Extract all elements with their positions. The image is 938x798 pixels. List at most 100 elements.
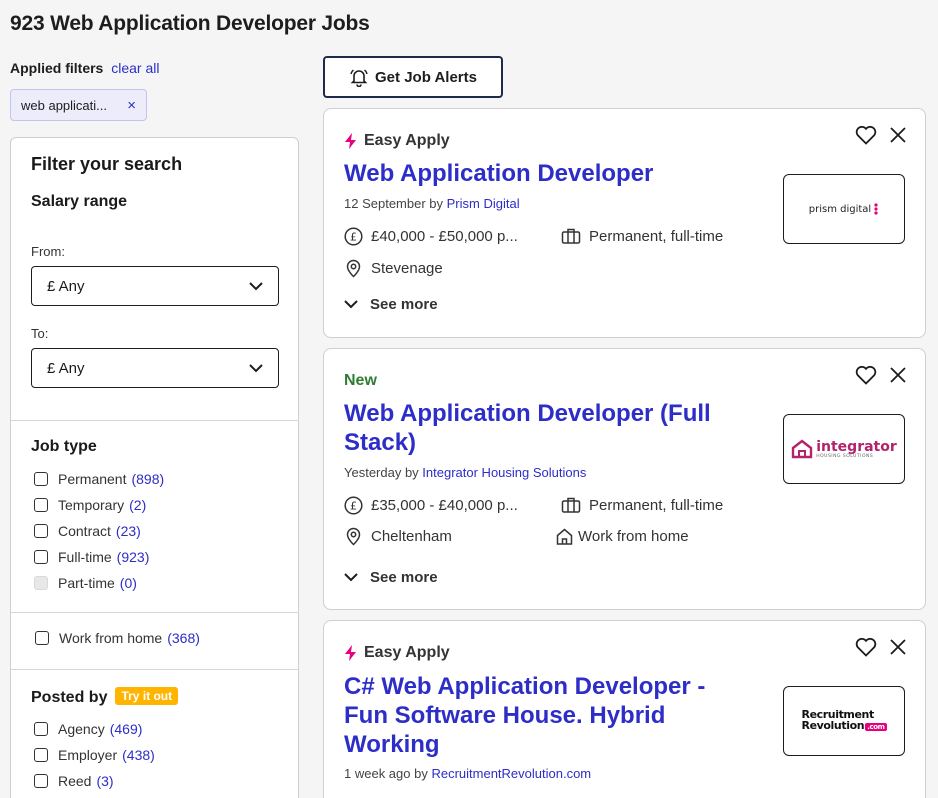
option-label: Work from home (59, 630, 163, 646)
clear-all-link[interactable]: clear all (111, 60, 159, 76)
posted-info: 12 September by Prism Digital (344, 196, 520, 211)
company-logo[interactable]: Recruitment Revolution .com (783, 686, 905, 756)
heart-icon[interactable] (855, 365, 877, 385)
briefcase-icon (561, 228, 581, 244)
company-logo[interactable]: integrator HOUSING SOLUTIONS (783, 414, 905, 484)
option-label: Part-time (58, 575, 115, 591)
posted-date: Yesterday by (344, 465, 423, 480)
location: Stevenage (344, 259, 443, 278)
option-count: (3) (96, 773, 114, 789)
option-count: (2) (129, 497, 147, 513)
company-logo[interactable]: prism digital (783, 174, 905, 244)
job-type-option[interactable]: Contract (23) (34, 523, 141, 539)
company-link[interactable]: RecruitmentRevolution.com (431, 766, 591, 781)
option-label: Full-time (58, 549, 112, 565)
posted-by-option[interactable]: Reed (3) (34, 773, 114, 789)
checkbox[interactable] (34, 472, 48, 486)
close-icon[interactable] (889, 638, 907, 656)
see-more-button[interactable]: See more (344, 296, 438, 313)
remote-option: Work from home (555, 527, 689, 546)
heart-icon[interactable] (855, 637, 877, 657)
option-label: Reed (58, 773, 92, 789)
get-job-alerts-button[interactable]: Get Job Alerts (323, 56, 503, 98)
badge-label: Easy Apply (364, 132, 450, 149)
briefcase-icon (561, 497, 581, 513)
salary-from-value: £ Any (47, 277, 85, 295)
salary-range-heading: Salary range (31, 193, 128, 210)
option-label: Agency (58, 721, 105, 737)
job-title-link[interactable]: Web Application Developer (Full Stack) (344, 399, 754, 457)
easy-apply-badge: Easy Apply (344, 132, 450, 150)
salary: £ £35,000 - £40,000 p... (344, 496, 518, 515)
job-type-option[interactable]: Full-time (923) (34, 549, 149, 565)
pound-coin-icon: £ (344, 496, 363, 515)
salary-from-select[interactable]: £ Any (31, 266, 279, 306)
new-badge: New (344, 372, 377, 390)
job-type: Permanent, full-time (561, 227, 723, 245)
pound-coin-icon: £ (344, 227, 363, 246)
job-card[interactable]: New Web Application Developer (Full Stac… (323, 348, 926, 610)
location-pin-icon (346, 259, 361, 278)
job-title-link[interactable]: C# Web Application Developer - Fun Softw… (344, 672, 754, 759)
chevron-down-icon (249, 281, 263, 290)
see-more-button[interactable]: See more (344, 569, 438, 586)
job-card[interactable]: Easy Apply C# Web Application Developer … (323, 620, 926, 798)
heart-icon[interactable] (855, 125, 877, 145)
posted-info: Yesterday by Integrator Housing Solution… (344, 465, 586, 480)
bell-icon (350, 69, 368, 87)
divider (11, 612, 298, 613)
svg-text:£: £ (350, 500, 357, 513)
page-title: 923 Web Application Developer Jobs (10, 12, 370, 35)
location-text: Cheltenham (371, 528, 452, 545)
checkbox[interactable] (34, 498, 48, 512)
job-type-option[interactable]: Permanent (898) (34, 471, 164, 487)
chevron-down-icon (249, 363, 263, 372)
job-type-option: Part-time (0) (34, 575, 137, 591)
applied-filter-chip[interactable]: web applicati... × (10, 89, 147, 121)
job-card[interactable]: Easy Apply Web Application Developer 12 … (323, 108, 926, 338)
checkbox[interactable] (34, 774, 48, 788)
option-count: (23) (115, 523, 141, 539)
location: Cheltenham (344, 527, 452, 546)
job-type-heading: Job type (31, 438, 97, 455)
location-pin-icon (346, 527, 361, 546)
badge-label: Easy Apply (364, 644, 450, 661)
checkbox[interactable] (34, 550, 48, 564)
close-icon[interactable] (889, 126, 907, 144)
close-icon[interactable] (889, 366, 907, 384)
logo-line-2: Revolution .com (802, 720, 887, 733)
checkbox[interactable] (35, 631, 49, 645)
salary-text: £40,000 - £50,000 p... (371, 228, 518, 245)
salary-to-value: £ Any (47, 359, 85, 377)
close-icon[interactable]: × (127, 97, 136, 114)
job-type-option[interactable]: Temporary (2) (34, 497, 146, 513)
see-more-label: See more (370, 569, 438, 586)
posted-by-option[interactable]: Agency (469) (34, 721, 142, 737)
get-job-alerts-label: Get Job Alerts (375, 68, 477, 86)
company-link[interactable]: Prism Digital (447, 196, 520, 211)
option-count: (898) (131, 471, 165, 487)
job-title-link[interactable]: Web Application Developer (344, 159, 754, 188)
divider (11, 669, 298, 670)
prism-digital-logo: prism digital (808, 203, 872, 215)
salary-to-select[interactable]: £ Any (31, 348, 279, 388)
checkbox[interactable] (34, 748, 48, 762)
remote-text: Work from home (578, 528, 689, 545)
job-type-text: Permanent, full-time (589, 227, 724, 245)
checkbox[interactable] (34, 524, 48, 538)
posted-by-option[interactable]: Employer (438) (34, 747, 155, 763)
checkbox[interactable] (34, 722, 48, 736)
logo-dots (874, 203, 878, 215)
work-from-home-option[interactable]: Work from home (368) (35, 630, 200, 646)
option-count: (923) (116, 549, 150, 565)
company-link[interactable]: Integrator Housing Solutions (422, 465, 586, 480)
salary: £ £40,000 - £50,000 p... (344, 227, 518, 246)
salary-text: £35,000 - £40,000 p... (371, 497, 518, 514)
card-actions (855, 125, 907, 145)
checkbox-disabled (34, 576, 48, 590)
location-text: Stevenage (371, 260, 443, 277)
filter-panel-title: Filter your search (31, 154, 183, 174)
option-count: (438) (122, 747, 155, 763)
job-type-text: Permanent, full-time (589, 496, 724, 514)
card-actions (855, 365, 907, 385)
